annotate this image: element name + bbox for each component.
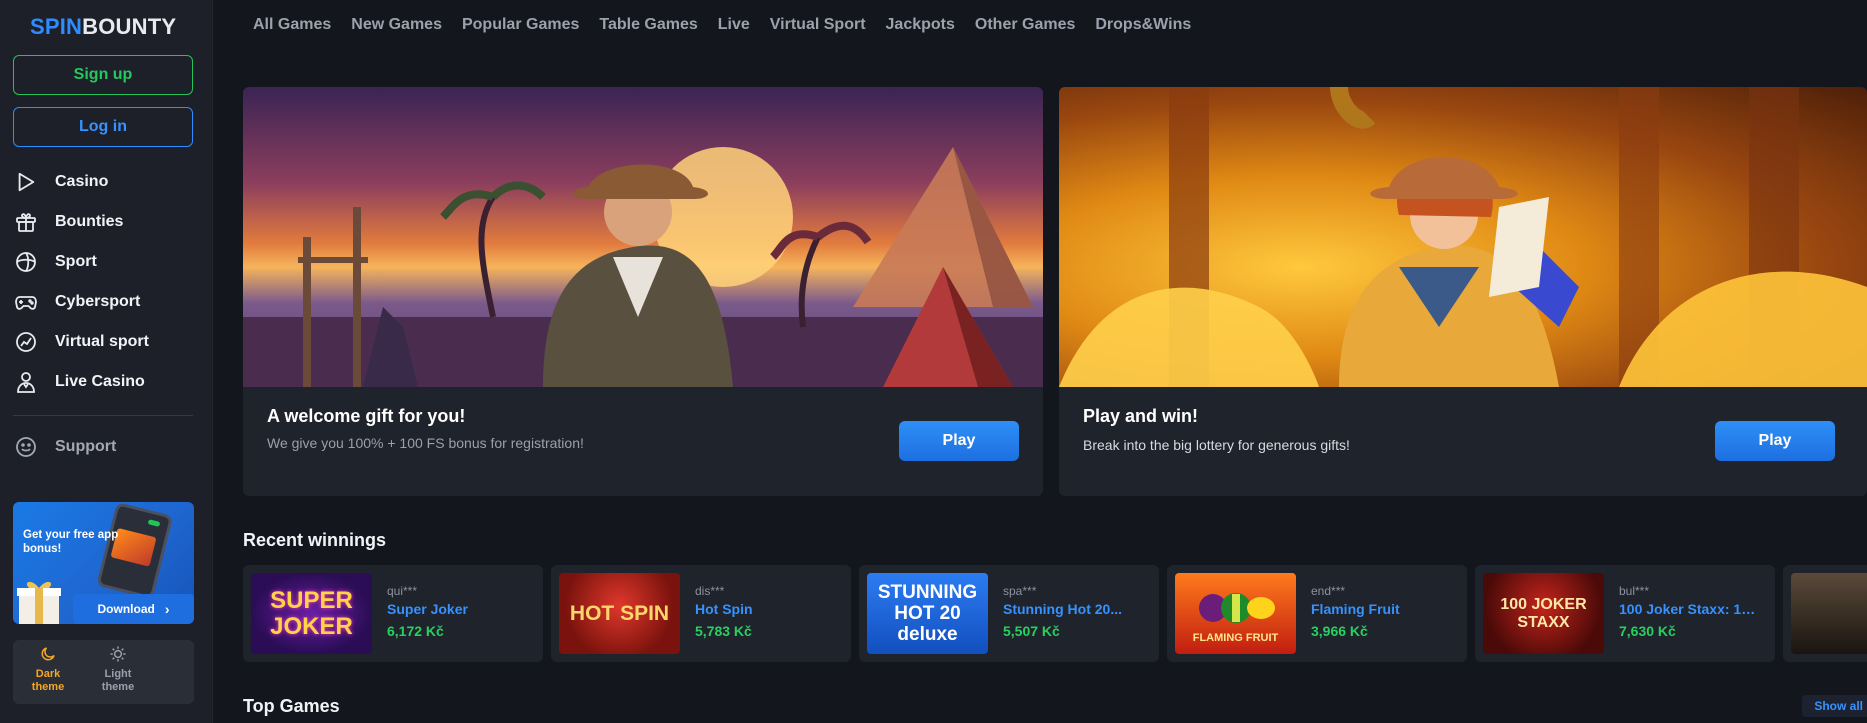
win-card[interactable]: SUPER JOKER qui*** Super Joker 6,172 Kč: [243, 565, 543, 662]
dealer-icon: [13, 369, 39, 395]
game-thumbnail[interactable]: [1791, 573, 1867, 654]
sidebar-item-casino[interactable]: Casino: [0, 162, 213, 202]
light-theme-option[interactable]: Light theme: [83, 640, 153, 704]
dark-theme-label: Dark theme: [31, 668, 65, 693]
moon-icon: [38, 644, 58, 664]
banner-title: A welcome gift for you!: [267, 406, 466, 426]
game-thumbnail[interactable]: 100 JOKER STAXX: [1483, 573, 1604, 654]
game-thumbnail[interactable]: FLAMING FRUIT: [1175, 573, 1296, 654]
tab-popular-games[interactable]: Popular Games: [462, 16, 579, 34]
sidebar-item-cybersport[interactable]: Cybersport: [0, 282, 213, 322]
virtual-sport-icon: [13, 329, 39, 355]
game-thumbnail[interactable]: STUNNING HOT 20 deluxe: [867, 573, 988, 654]
winning-amount: 7,630 Kč: [1619, 623, 1676, 639]
brand-logo[interactable]: SPINBOUNTY: [30, 14, 176, 40]
gift-icon: [13, 209, 39, 235]
download-label: Download: [97, 602, 155, 616]
game-thumbnail[interactable]: HOT SPIN: [559, 573, 680, 654]
sidebar-item-label: Support: [55, 438, 117, 455]
sidebar-item-label: Sport: [55, 253, 97, 270]
sidebar-item-label: Virtual sport: [55, 333, 149, 350]
lottery-banner: Play and win! Break into the big lottery…: [1059, 87, 1867, 496]
chevron-right-icon: ›: [164, 601, 170, 617]
winner-username: qui***: [387, 584, 418, 598]
sign-up-button[interactable]: Sign up: [13, 55, 193, 95]
sidebar-item-bounties[interactable]: Bounties: [0, 202, 213, 242]
game-thumbnail[interactable]: SUPER JOKER: [251, 573, 372, 654]
banner-image-explorer: [243, 87, 1043, 387]
fruit-icon: [1198, 592, 1275, 623]
winning-game-link[interactable]: Hot Spin: [695, 601, 835, 617]
sidebar-item-label: Live Casino: [55, 373, 145, 390]
winner-username: end***: [1311, 584, 1346, 598]
logo-bounty: BOUNTY: [82, 14, 177, 39]
tab-drops-wins[interactable]: Drops&Wins: [1095, 16, 1191, 34]
smiley-icon: [13, 434, 39, 460]
play-icon: [13, 169, 39, 195]
welcome-banner: A welcome gift for you! We give you 100%…: [243, 87, 1043, 496]
download-app-button[interactable]: Download ›: [73, 594, 194, 624]
light-theme-label: Light theme: [101, 668, 135, 693]
sidebar: SPINBOUNTY Sign up Log in Casino Bountie…: [0, 0, 213, 723]
winning-game-link[interactable]: Super Joker: [387, 601, 527, 617]
sidebar-item-label: Cybersport: [55, 293, 141, 310]
winning-game-link[interactable]: 100 Joker Staxx: 100...: [1619, 601, 1759, 617]
banner-title: Play and win!: [1083, 406, 1199, 426]
tab-new-games[interactable]: New Games: [351, 16, 442, 34]
tab-live[interactable]: Live: [718, 16, 750, 34]
log-in-button[interactable]: Log in: [13, 107, 193, 147]
winner-username: dis***: [695, 584, 725, 598]
sidebar-item-virtual-sport[interactable]: Virtual sport: [0, 322, 213, 362]
winning-amount: 5,507 Kč: [1003, 623, 1060, 639]
sidebar-nav: Casino Bounties Sport Cybersport Virtual…: [0, 162, 213, 402]
recent-winnings-list: SUPER JOKER qui*** Super Joker 6,172 Kč …: [243, 565, 1867, 662]
show-all-button[interactable]: Show all: [1802, 695, 1867, 717]
banner-image-treasure: [1059, 87, 1867, 387]
soccer-ball-icon: [13, 249, 39, 275]
winning-amount: 3,966 Kč: [1311, 623, 1368, 639]
winning-amount: 5,783 Kč: [695, 623, 752, 639]
win-card[interactable]: HOT SPIN dis*** Hot Spin 5,783 Kč: [551, 565, 851, 662]
sidebar-item-label: Bounties: [55, 213, 124, 230]
tab-virtual-sport[interactable]: Virtual Sport: [770, 16, 866, 34]
recent-winnings-title: Recent winnings: [243, 530, 387, 550]
win-card[interactable]: [1783, 565, 1867, 662]
sun-icon: [108, 644, 128, 664]
tab-table-games[interactable]: Table Games: [599, 16, 697, 34]
sidebar-item-live-casino[interactable]: Live Casino: [0, 362, 213, 402]
winner-username: spa***: [1003, 584, 1037, 598]
logo-spin: SPIN: [30, 14, 83, 39]
play-button[interactable]: Play: [899, 421, 1019, 461]
sidebar-item-label: Casino: [55, 173, 109, 190]
tab-jackpots[interactable]: Jackpots: [886, 16, 955, 34]
thumbnail-caption: FLAMING FRUIT: [1192, 631, 1279, 644]
tab-all-games[interactable]: All Games: [253, 16, 331, 34]
win-card[interactable]: STUNNING HOT 20 deluxe spa*** Stunning H…: [859, 565, 1159, 662]
winning-game-link[interactable]: Flaming Fruit: [1311, 601, 1451, 617]
game-category-nav: All Games New Games Popular Games Table …: [253, 16, 1211, 34]
sidebar-item-sport[interactable]: Sport: [0, 242, 213, 282]
sidebar-item-support[interactable]: Support: [0, 427, 116, 467]
winning-amount: 6,172 Kč: [387, 623, 444, 639]
win-card[interactable]: 100 JOKER STAXX bul*** 100 Joker Staxx: …: [1475, 565, 1775, 662]
banner-subtitle: We give you 100% + 100 FS bonus for regi…: [267, 435, 584, 451]
winning-game-link[interactable]: Stunning Hot 20...: [1003, 601, 1143, 617]
banner-subtitle: Break into the big lottery for generous …: [1083, 437, 1350, 453]
play-button[interactable]: Play: [1715, 421, 1835, 461]
top-games-title: Top Games: [243, 696, 340, 716]
gift-box-illustration: [17, 581, 61, 624]
gamepad-icon: [13, 289, 39, 315]
sidebar-divider: [13, 415, 193, 416]
promo-text: Get your free app bonus!: [23, 529, 119, 555]
dark-theme-option[interactable]: Dark theme: [13, 640, 83, 704]
win-card[interactable]: FLAMING FRUIT end*** Flaming Fruit 3,966…: [1167, 565, 1467, 662]
winner-username: bul***: [1619, 584, 1650, 598]
tab-other-games[interactable]: Other Games: [975, 16, 1075, 34]
theme-switcher: Dark theme Light theme: [13, 640, 194, 704]
app-promo-banner[interactable]: Get your free app bonus! Download ›: [13, 502, 194, 624]
